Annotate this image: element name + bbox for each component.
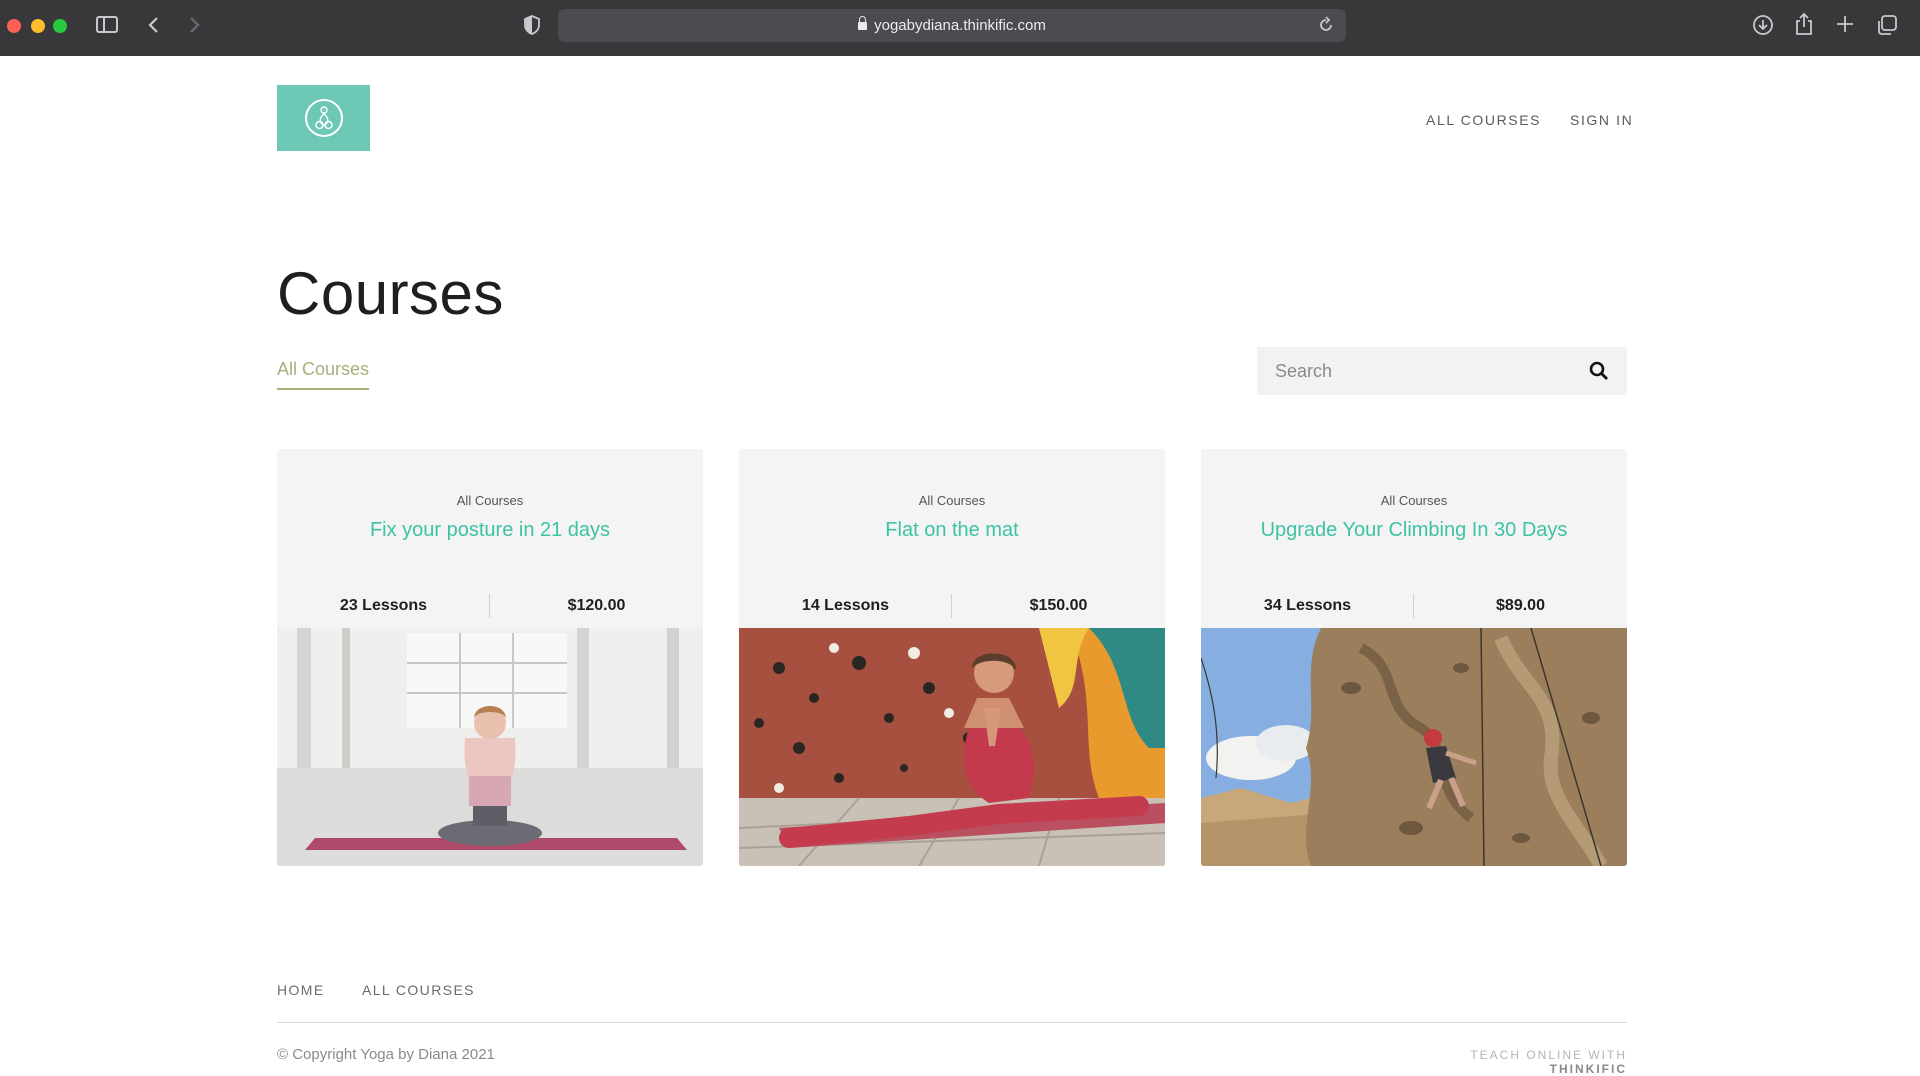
- tab-all-courses[interactable]: All Courses: [277, 359, 370, 390]
- course-title-link[interactable]: Upgrade Your Climbing In 30 Days: [1201, 519, 1627, 542]
- nav-sign-in-link[interactable]: SIGN IN: [1570, 112, 1633, 128]
- course-meta: 23 Lessons $120.00: [277, 594, 703, 618]
- window-close-button[interactable]: [7, 19, 21, 33]
- course-title-link[interactable]: Fix your posture in 21 days: [277, 519, 703, 542]
- search-input[interactable]: [1257, 347, 1577, 395]
- footer-home-link[interactable]: HOME: [277, 982, 325, 998]
- course-card[interactable]: All Courses Fix your posture in 21 days …: [277, 449, 703, 866]
- download-icon[interactable]: [1752, 14, 1774, 40]
- course-meta: 34 Lessons $89.00: [1201, 594, 1627, 618]
- lock-icon: [858, 16, 868, 30]
- lotus-logo-icon: [305, 99, 343, 137]
- browser-toolbar: yogabydiana.thinkific.com: [0, 0, 1920, 56]
- reload-icon[interactable]: [1318, 16, 1334, 39]
- course-meta: 14 Lessons $150.00: [739, 594, 1165, 618]
- course-category: All Courses: [456, 493, 524, 508]
- course-lessons: 23 Lessons: [339, 597, 428, 614]
- search-box: [1257, 347, 1627, 395]
- footer-divider: [277, 1022, 1627, 1023]
- url-text: yogabydiana.thinkific.com: [874, 17, 1046, 34]
- page-title: Courses: [277, 260, 504, 327]
- site-logo[interactable]: [277, 85, 370, 151]
- page: ALL COURSES SIGN IN Courses All Courses …: [0, 56, 1920, 1076]
- course-image[interactable]: [739, 628, 1165, 866]
- back-icon[interactable]: [147, 15, 161, 39]
- course-lessons: 14 Lessons: [801, 597, 890, 614]
- new-tab-icon[interactable]: [1835, 14, 1855, 38]
- powered-brand: THINKIFIC: [1549, 1062, 1627, 1076]
- course-category: All Courses: [918, 493, 986, 508]
- share-icon[interactable]: [1794, 12, 1814, 40]
- course-image[interactable]: [1201, 628, 1627, 866]
- course-card[interactable]: All Courses Flat on the mat 14 Lessons $…: [739, 449, 1165, 866]
- tabs-overview-icon[interactable]: [1876, 14, 1898, 40]
- window-maximize-button[interactable]: [53, 19, 67, 33]
- course-category: All Courses: [1380, 493, 1448, 508]
- course-card[interactable]: All Courses Upgrade Your Climbing In 30 …: [1201, 449, 1627, 866]
- window-minimize-button[interactable]: [31, 19, 45, 33]
- course-image[interactable]: [277, 628, 703, 866]
- course-title-link[interactable]: Flat on the mat: [739, 519, 1165, 542]
- copyright-text: © Copyright Yoga by Diana 2021: [277, 1046, 495, 1063]
- course-price: $89.00: [1496, 597, 1545, 614]
- shield-icon[interactable]: [524, 15, 540, 35]
- nav-all-courses-link[interactable]: ALL COURSES: [1426, 112, 1541, 128]
- powered-by-link[interactable]: TEACH ONLINE WITH THINKIFIC: [1392, 1048, 1627, 1076]
- forward-icon[interactable]: [187, 15, 201, 39]
- course-lessons: 34 Lessons: [1263, 597, 1352, 614]
- course-price: $150.00: [1029, 597, 1088, 614]
- course-price: $120.00: [567, 597, 626, 614]
- address-bar[interactable]: yogabydiana.thinkific.com: [558, 9, 1346, 42]
- search-icon[interactable]: [1589, 361, 1609, 381]
- footer-all-courses-link[interactable]: ALL COURSES: [362, 982, 475, 998]
- powered-prefix: TEACH ONLINE WITH: [1470, 1048, 1627, 1062]
- sidebar-icon[interactable]: [96, 16, 118, 33]
